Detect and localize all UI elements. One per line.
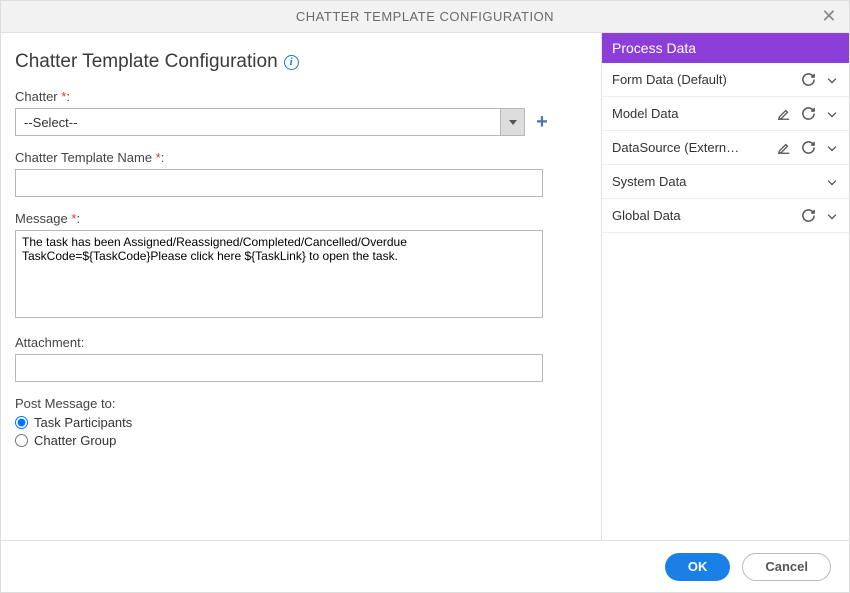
field-post-to: Post Message to: Task Participants Chatt…: [15, 396, 585, 448]
field-template-name: Chatter Template Name *:: [15, 150, 585, 197]
radio-task-participants-label: Task Participants: [34, 415, 132, 430]
chevron-down-icon[interactable]: [823, 207, 841, 225]
process-data-panel: Process Data Form Data (Default) Model D…: [601, 33, 849, 540]
chatter-select-value[interactable]: --Select--: [16, 109, 500, 135]
refresh-icon[interactable]: [799, 139, 817, 157]
chevron-down-icon[interactable]: [823, 105, 841, 123]
message-label: Message *:: [15, 211, 585, 226]
pd-item-label: System Data: [612, 174, 817, 189]
message-textarea[interactable]: [15, 230, 543, 318]
info-icon[interactable]: i: [284, 55, 299, 70]
chatter-select-button[interactable]: [500, 109, 524, 135]
page-title-text: Chatter Template Configuration: [15, 51, 278, 73]
pd-item-form-data[interactable]: Form Data (Default): [602, 63, 849, 97]
chevron-down-icon[interactable]: [823, 139, 841, 157]
pd-item-global-data[interactable]: Global Data: [602, 199, 849, 233]
field-attachment: Attachment:: [15, 335, 585, 382]
radio-task-participants[interactable]: Task Participants: [15, 415, 585, 430]
pd-item-label: Global Data: [612, 208, 793, 223]
pd-item-label: Form Data (Default): [612, 72, 793, 87]
radio-chatter-group-label: Chatter Group: [34, 433, 116, 448]
pd-item-model-data[interactable]: Model Data: [602, 97, 849, 131]
chatter-select-row: --Select-- +: [15, 108, 585, 136]
radio-chatter-group[interactable]: Chatter Group: [15, 433, 585, 448]
ok-button[interactable]: OK: [665, 553, 731, 581]
titlebar: CHATTER TEMPLATE CONFIGURATION ✕: [1, 1, 849, 33]
refresh-icon[interactable]: [799, 105, 817, 123]
pd-item-label: DataSource (Extern…: [612, 140, 769, 155]
pd-item-datasource[interactable]: DataSource (Extern…: [602, 131, 849, 165]
post-to-label: Post Message to:: [15, 396, 585, 411]
pd-item-label: Model Data: [612, 106, 769, 121]
close-icon[interactable]: ✕: [817, 6, 841, 27]
chevron-down-icon[interactable]: [823, 173, 841, 191]
page-title: Chatter Template Configuration i: [15, 51, 585, 73]
process-data-header: Process Data: [602, 33, 849, 63]
edit-icon[interactable]: [775, 139, 793, 157]
chevron-down-icon: [509, 120, 517, 125]
refresh-icon[interactable]: [799, 71, 817, 89]
chevron-down-icon[interactable]: [823, 71, 841, 89]
template-name-input[interactable]: [15, 169, 543, 197]
field-message: Message *:: [15, 211, 585, 321]
add-chatter-button[interactable]: +: [533, 112, 551, 132]
cancel-button[interactable]: Cancel: [742, 553, 831, 581]
edit-icon[interactable]: [775, 105, 793, 123]
pd-item-system-data[interactable]: System Data: [602, 165, 849, 199]
dialog-body: Chatter Template Configuration i Chatter…: [1, 33, 849, 540]
process-data-list: Form Data (Default) Model Data: [602, 63, 849, 233]
template-name-label: Chatter Template Name *:: [15, 150, 585, 165]
field-chatter: Chatter *: --Select-- +: [15, 89, 585, 136]
refresh-icon[interactable]: [799, 207, 817, 225]
chatter-label: Chatter *:: [15, 89, 585, 104]
radio-chatter-group-input[interactable]: [15, 434, 28, 447]
dialog-footer: OK Cancel: [1, 540, 849, 592]
chatter-select[interactable]: --Select--: [15, 108, 525, 136]
form-panel: Chatter Template Configuration i Chatter…: [1, 33, 601, 540]
radio-task-participants-input[interactable]: [15, 416, 28, 429]
attachment-input[interactable]: [15, 354, 543, 382]
dialog: CHATTER TEMPLATE CONFIGURATION ✕ Chatter…: [0, 0, 850, 593]
window-title: CHATTER TEMPLATE CONFIGURATION: [296, 9, 554, 24]
attachment-label: Attachment:: [15, 335, 585, 350]
